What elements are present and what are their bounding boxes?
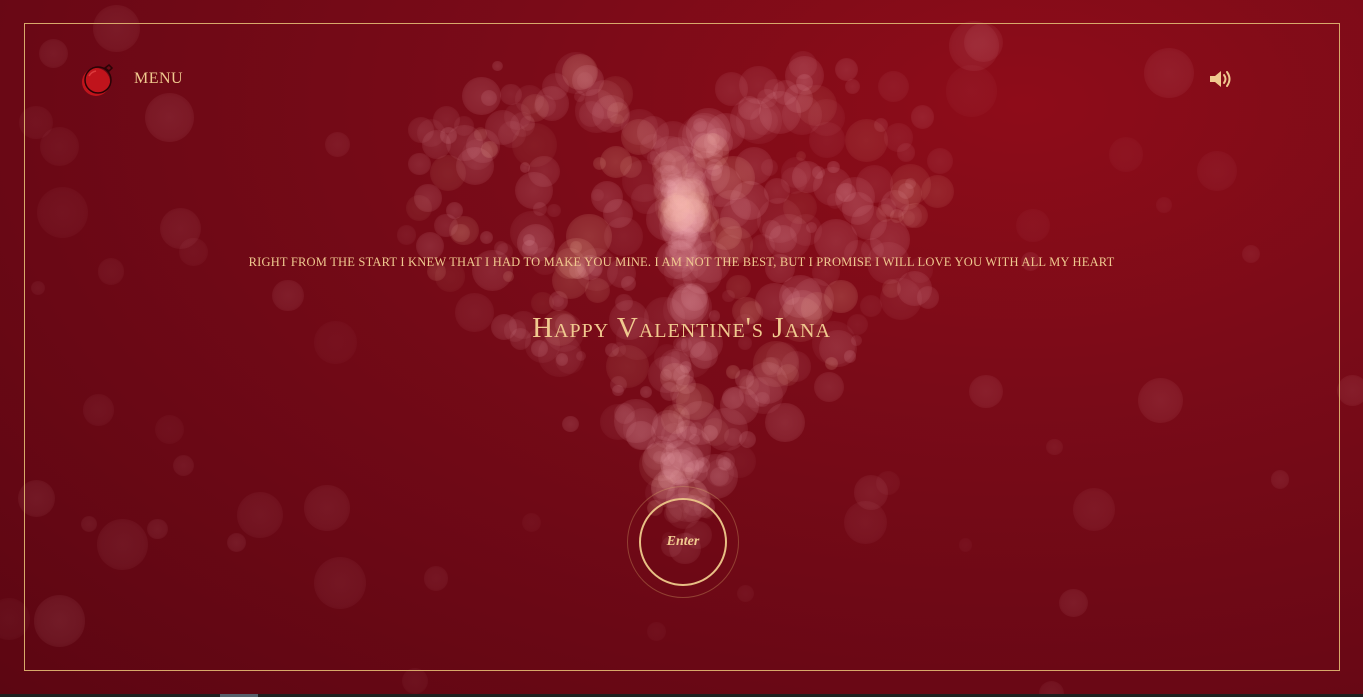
menu-button[interactable]: MENU [134, 70, 183, 88]
valentine-greeting: Happy Valentine's Jana [532, 312, 831, 344]
bokeh-dot [1337, 375, 1363, 407]
speaker-volume-icon[interactable] [1208, 68, 1236, 90]
ornament-ball-icon[interactable] [79, 62, 115, 98]
love-message: RIGHT FROM THE START I KNEW THAT I HAD T… [248, 255, 1115, 269]
enter-button-ring: Enter [627, 486, 739, 598]
bokeh-dot [401, 667, 429, 694]
enter-button[interactable]: Enter [639, 498, 727, 586]
